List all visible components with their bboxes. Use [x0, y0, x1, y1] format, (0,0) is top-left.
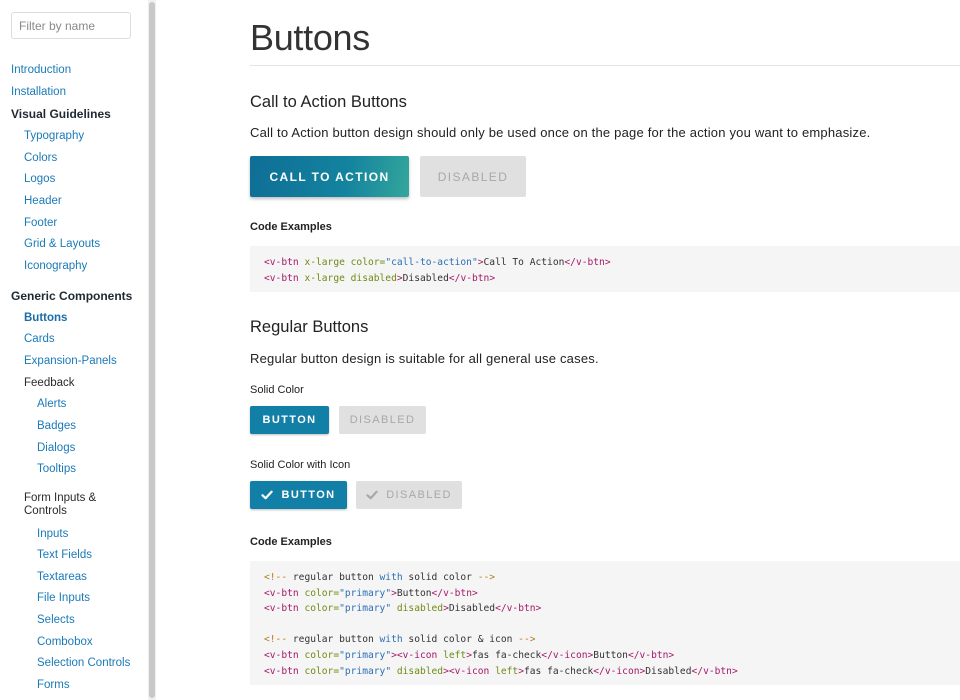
sidebar-item-file-inputs[interactable]: File Inputs: [37, 591, 90, 605]
code-line: <v-btn color="primary" disabled><v-icon …: [264, 665, 738, 677]
sidebar-item-inputs[interactable]: Inputs: [37, 527, 68, 541]
sidebar-item-generic-components[interactable]: Generic Components: [11, 289, 132, 303]
sidebar-item-selection-controls[interactable]: Selection Controls: [37, 656, 130, 670]
sidebar-item-footer[interactable]: Footer: [24, 216, 57, 230]
sidebar-item-textareas[interactable]: Textareas: [37, 570, 87, 584]
sidebar-item-visual-guidelines[interactable]: Visual Guidelines: [11, 107, 111, 121]
regular-code-block: <!-- regular button with solid color -->…: [250, 561, 960, 685]
regular-section-heading: Regular Buttons: [250, 318, 369, 336]
primary-icon-button[interactable]: Button: [250, 481, 347, 509]
sidebar-item-installation[interactable]: Installation: [11, 85, 66, 99]
sidebar-item-alerts[interactable]: Alerts: [37, 397, 66, 411]
sidebar-scrollbar[interactable]: [148, 0, 156, 700]
cta-section-heading: Call to Action Buttons: [250, 93, 407, 111]
main-content: Buttons Call to Action Buttons Call to A…: [156, 0, 960, 700]
primary-button[interactable]: Button: [250, 406, 329, 434]
cta-section-description: Call to Action button design should only…: [250, 125, 871, 140]
sidebar-item-form-inputs-controls[interactable]: Form Inputs & Controls: [24, 492, 124, 518]
regular-code-examples-label: Code Examples: [250, 536, 332, 548]
code-line: <!-- regular button with solid color -->: [264, 572, 496, 583]
sidebar-item-logos[interactable]: Logos: [24, 172, 55, 186]
scrollbar-thumb[interactable]: [149, 2, 155, 698]
sidebar-item-forms[interactable]: Forms: [37, 678, 70, 692]
code-line: <v-btn x-large disabled>Disabled</v-btn>: [264, 272, 496, 284]
check-icon: [366, 490, 378, 500]
sidebar-item-introduction[interactable]: Introduction: [11, 63, 71, 77]
sidebar-item-text-fields[interactable]: Text Fields: [37, 548, 92, 562]
primary-icon-button-label: Button: [281, 489, 336, 501]
sidebar-item-iconography[interactable]: Iconography: [24, 259, 87, 273]
sidebar-item-expansion-panels[interactable]: Expansion-Panels: [24, 354, 117, 368]
regular-section-description: Regular button design is suitable for al…: [250, 351, 599, 366]
primary-icon-disabled-button-label: Disabled: [386, 489, 452, 501]
sidebar-item-cards[interactable]: Cards: [24, 332, 55, 346]
primary-disabled-button: Disabled: [339, 406, 426, 434]
code-line: <v-btn x-large color="call-to-action">Ca…: [264, 257, 611, 268]
page-title: Buttons: [250, 17, 370, 58]
sidebar-item-badges[interactable]: Badges: [37, 419, 76, 433]
solid-color-icon-label: Solid Color with Icon: [250, 459, 351, 471]
sidebar-item-selects[interactable]: Selects: [37, 613, 75, 627]
sidebar-item-header[interactable]: Header: [24, 194, 62, 208]
sidebar-item-feedback[interactable]: Feedback: [24, 376, 75, 390]
sidebar-item-buttons[interactable]: Buttons: [24, 311, 67, 325]
cta-code-examples-label: Code Examples: [250, 221, 332, 233]
sidebar-item-combobox[interactable]: Combobox: [37, 635, 93, 649]
code-line: <v-btn color="primary"><v-icon left>fas …: [264, 649, 675, 661]
sidebar-item-colors[interactable]: Colors: [24, 151, 57, 165]
check-icon: [261, 490, 274, 500]
filter-input[interactable]: [11, 12, 131, 39]
solid-color-label: Solid Color: [250, 384, 304, 396]
title-divider: [250, 65, 960, 66]
cta-code-block: <v-btn x-large color="call-to-action">Ca…: [250, 246, 960, 292]
sidebar-item-grid-layouts[interactable]: Grid & Layouts: [24, 237, 100, 251]
sidebar-item-tooltips[interactable]: Tooltips: [37, 462, 76, 476]
sidebar: Introduction Installation Visual Guideli…: [0, 0, 148, 700]
call-to-action-button[interactable]: Call To Action: [250, 156, 409, 197]
code-line: <v-btn color="primary">Button</v-btn>: [264, 587, 478, 599]
sidebar-item-dialogs[interactable]: Dialogs: [37, 441, 75, 455]
code-line: <!-- regular button with solid color & i…: [264, 634, 536, 646]
code-line: <v-btn color="primary" disabled>Disabled…: [264, 603, 542, 615]
sidebar-item-typography[interactable]: Typography: [24, 129, 84, 143]
cta-disabled-button: Disabled: [420, 156, 526, 197]
primary-icon-disabled-button: Disabled: [356, 481, 462, 509]
